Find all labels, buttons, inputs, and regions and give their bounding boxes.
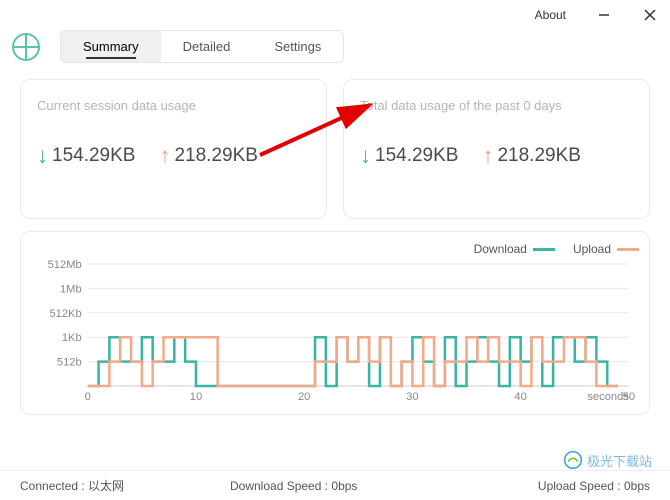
status-upload-speed: Upload Speed : 0bps [440,479,650,493]
about-link[interactable]: About [535,8,566,22]
titlebar: About [0,0,670,30]
status-bar: Connected : 以太网 Download Speed : 0bps Up… [0,470,670,500]
current-download-value: 154.29KB [52,145,135,167]
svg-text:10: 10 [190,391,202,403]
svg-text:30: 30 [406,391,418,403]
svg-text:512Kb: 512Kb [49,308,81,320]
legend-download: Download [474,242,555,256]
total-download-value: 154.29KB [375,145,458,167]
watermark-text: 极光下载站 [587,451,652,470]
tab-settings[interactable]: Settings [252,31,343,62]
watermark-icon [563,450,583,470]
download-arrow-icon: ↓ [37,143,48,169]
svg-text:512b: 512b [57,357,82,369]
header: Summary Detailed Settings [0,30,670,71]
app-logo-icon [12,33,40,61]
network-chart: 512Mb1Mb512Kb1Kb512b01020304050seconds [31,260,639,410]
svg-text:40: 40 [514,391,526,403]
total-usage-title: Total data usage of the past 0 days [360,98,633,113]
svg-text:seconds: seconds [587,391,629,403]
status-connected: Connected : 以太网 [20,477,230,494]
legend-download-swatch-icon [533,248,555,251]
chart-legend: Download Upload [31,242,639,256]
svg-text:1Mb: 1Mb [60,283,82,295]
close-button[interactable] [642,7,658,23]
legend-upload: Upload [573,242,639,256]
upload-arrow-icon: ↑ [482,143,493,169]
svg-text:1Kb: 1Kb [62,332,82,344]
current-session-card: Current session data usage ↓ 154.29KB ↑ … [20,79,327,219]
status-download-speed: Download Speed : 0bps [230,479,440,493]
legend-upload-label: Upload [573,242,611,256]
minimize-button[interactable] [596,7,612,23]
svg-text:0: 0 [85,391,91,403]
current-upload-value: 218.29KB [174,145,257,167]
tab-summary[interactable]: Summary [61,31,161,62]
legend-upload-swatch-icon [617,248,639,251]
watermark: 极光下载站 [563,450,652,470]
upload-arrow-icon: ↑ [159,143,170,169]
download-arrow-icon: ↓ [360,143,371,169]
current-upload-stat: ↑ 218.29KB [159,143,257,169]
total-upload-value: 218.29KB [497,145,580,167]
svg-text:512Mb: 512Mb [48,260,82,271]
total-download-stat: ↓ 154.29KB [360,143,458,169]
summary-cards: Current session data usage ↓ 154.29KB ↑ … [0,71,670,227]
chart-panel: Download Upload 512Mb 1Mb 512Kb 1Kb 512b 0 10 2… [20,231,650,415]
legend-download-label: Download [474,242,527,256]
current-download-stat: ↓ 154.29KB [37,143,135,169]
tab-detailed[interactable]: Detailed [161,31,253,62]
tab-bar: Summary Detailed Settings [60,30,344,63]
svg-text:20: 20 [298,391,310,403]
total-upload-stat: ↑ 218.29KB [482,143,580,169]
total-usage-card: Total data usage of the past 0 days ↓ 15… [343,79,650,219]
current-session-title: Current session data usage [37,98,310,113]
